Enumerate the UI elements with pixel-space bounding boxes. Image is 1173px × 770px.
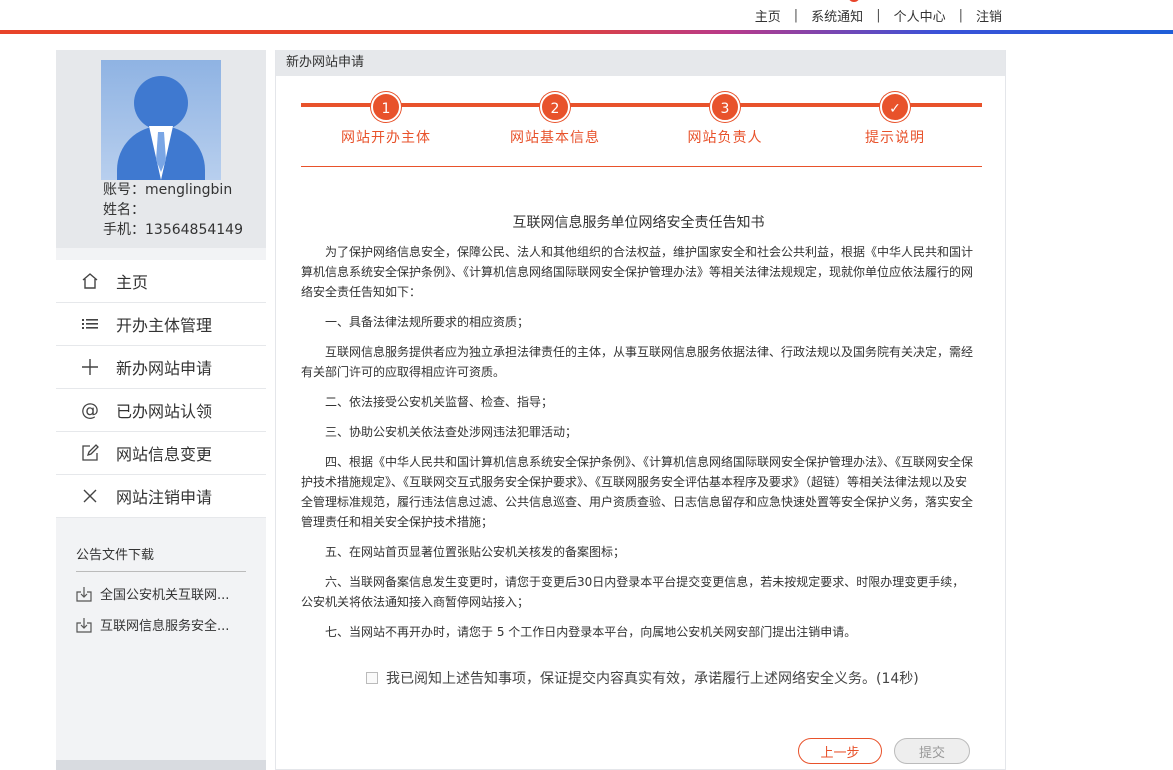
nav-separator: |: [793, 8, 799, 23]
notice-title: 互联网信息服务单位网络安全责任告知书: [512, 215, 765, 231]
nav-home-link[interactable]: 主页: [755, 6, 781, 25]
downloads-title: 公告文件下载: [76, 544, 246, 572]
page-title: 新办网站申请: [276, 50, 1005, 76]
notice-paragraph: 六、当联网备案信息发生变更时，请您于变更后30日内登录本平台提交变更信息，若未按…: [301, 575, 965, 609]
header-gradient-bar: [0, 30, 1173, 34]
plus-icon: [78, 358, 102, 376]
step-check-icon: ✓: [880, 92, 910, 122]
notice-paragraph: 一、具备法律法规所要求的相应资质；: [325, 315, 530, 329]
notice-paragraph: 互联网信息服务提供者应为独立承担法律责任的主体，从事互联网信息服务依据法律、行政…: [301, 345, 974, 379]
steps-divider: [301, 166, 982, 167]
agree-row: 我已阅知上述告知事项，保证提交内容真实有效，承诺履行上述网络安全义务。(14秒): [366, 668, 919, 688]
download-link[interactable]: 全国公安机关互联网...: [76, 584, 246, 603]
action-buttons: 上一步 提交: [798, 738, 970, 764]
download-icon: [76, 617, 92, 633]
step-3: 3 网站负责人: [665, 92, 785, 147]
sidebar-menu: 主页 开办主体管理 新办网站申请 @ 已办网站认领 网站信息变更 网站注销申请: [56, 260, 266, 518]
notice-paragraph: 四、根据《中华人民共和国计算机信息系统安全保护条例》、《计算机信息网络国际联网安…: [301, 455, 974, 529]
download-link[interactable]: 互联网信息服务安全...: [76, 615, 246, 634]
home-icon: [78, 272, 102, 290]
nav-logout-link[interactable]: 注销: [976, 6, 1002, 25]
download-icon: [76, 586, 92, 602]
step-1: 1 网站开办主体: [326, 92, 446, 147]
user-info: 账号：menglingbin 姓名： 手机：13564854149: [103, 180, 243, 240]
previous-step-button[interactable]: 上一步: [798, 738, 882, 764]
submit-button[interactable]: 提交: [894, 738, 970, 764]
avatar: [101, 60, 221, 180]
nav-profile-center-link[interactable]: 个人中心: [894, 6, 946, 25]
announcement-downloads: 公告文件下载 全国公安机关互联网... 互联网信息服务安全...: [76, 544, 246, 634]
sidebar-bottom-bar: [56, 760, 266, 770]
step-label: 网站负责人: [687, 130, 763, 146]
notice-paragraph: 七、当网站不再开办时，请您于 5 个工作日内登录本平台，向属地公安机关网安部门提…: [325, 625, 857, 639]
notification-badge-icon: [848, 0, 860, 2]
progress-steps: 1 网站开办主体 2 网站基本信息 3 网站负责人 ✓ 提示说明: [301, 92, 982, 167]
download-link-label: 互联网信息服务安全...: [100, 619, 230, 634]
nav-notifications-link[interactable]: 系统通知: [811, 6, 863, 25]
user-name: 姓名：: [103, 202, 145, 218]
nav-separator: |: [876, 8, 881, 23]
user-profile-card: 账号：menglingbin 姓名： 手机：13564854149: [56, 50, 266, 248]
sidebar-item-label: 开办主体管理: [116, 316, 213, 335]
notice-paragraph: 二、依法接受公安机关监督、检查、指导；: [325, 395, 554, 409]
list-icon: [78, 315, 102, 333]
step-number: 1: [371, 92, 401, 122]
sidebar-item-label: 主页: [116, 273, 149, 292]
notice-paragraph: 三、协助公安机关依法查处涉网违法犯罪活动；: [325, 425, 578, 439]
notice-paragraph: 五、在网站首页显著位置张贴公安机关核发的备案图标；: [325, 545, 626, 559]
step-label: 提示说明: [865, 130, 925, 146]
sidebar-item-label: 已办网站认领: [116, 402, 213, 421]
avatar-head: [134, 76, 188, 130]
step-number: 3: [710, 92, 740, 122]
step-4: ✓ 提示说明: [835, 92, 955, 147]
step-label: 网站开办主体: [341, 130, 431, 146]
edit-icon: [78, 444, 102, 462]
step-number: 2: [540, 92, 570, 122]
top-navigation: 主页 | 系统通知 | 个人中心 | 注销: [0, 0, 1173, 30]
sidebar-item-label: 网站信息变更: [116, 445, 213, 464]
sidebar-item-cancel-website[interactable]: 网站注销申请: [56, 475, 266, 518]
security-notice: 互联网信息服务单位网络安全责任告知书 为了保护网络信息安全，保障公民、法人和其他…: [301, 212, 976, 652]
sidebar-item-home[interactable]: 主页: [56, 260, 266, 303]
user-account: 账号：menglingbin: [103, 182, 233, 198]
step-label: 网站基本信息: [510, 130, 600, 146]
main-panel: 新办网站申请 1 网站开办主体 2 网站基本信息 3 网站负责人 ✓ 提示说明 …: [275, 50, 1006, 770]
close-icon: [78, 488, 102, 504]
top-links: 主页 | 系统通知 | 个人中心 | 注销: [755, 6, 1002, 25]
sidebar-item-new-website[interactable]: 新办网站申请: [56, 346, 266, 389]
notice-paragraph: 为了保护网络信息安全，保障公民、法人和其他组织的合法权益，维护国家安全和社会公共…: [301, 245, 974, 299]
sidebar-item-entity-management[interactable]: 开办主体管理: [56, 303, 266, 346]
sidebar: 账号：menglingbin 姓名： 手机：13564854149 主页 开办主…: [56, 50, 266, 770]
agree-label: 我已阅知上述告知事项，保证提交内容真实有效，承诺履行上述网络安全义务。(14秒): [386, 671, 919, 687]
at-icon: @: [81, 399, 99, 421]
sidebar-item-change-info[interactable]: 网站信息变更: [56, 432, 266, 475]
agree-checkbox[interactable]: [366, 672, 378, 684]
sidebar-item-claim-website[interactable]: @ 已办网站认领: [56, 389, 266, 432]
sidebar-item-label: 新办网站申请: [116, 359, 213, 378]
sidebar-item-label: 网站注销申请: [116, 488, 213, 507]
user-phone: 手机：13564854149: [103, 222, 243, 238]
download-link-label: 全国公安机关互联网...: [100, 588, 230, 603]
nav-separator: |: [958, 8, 963, 23]
step-2: 2 网站基本信息: [495, 92, 615, 147]
